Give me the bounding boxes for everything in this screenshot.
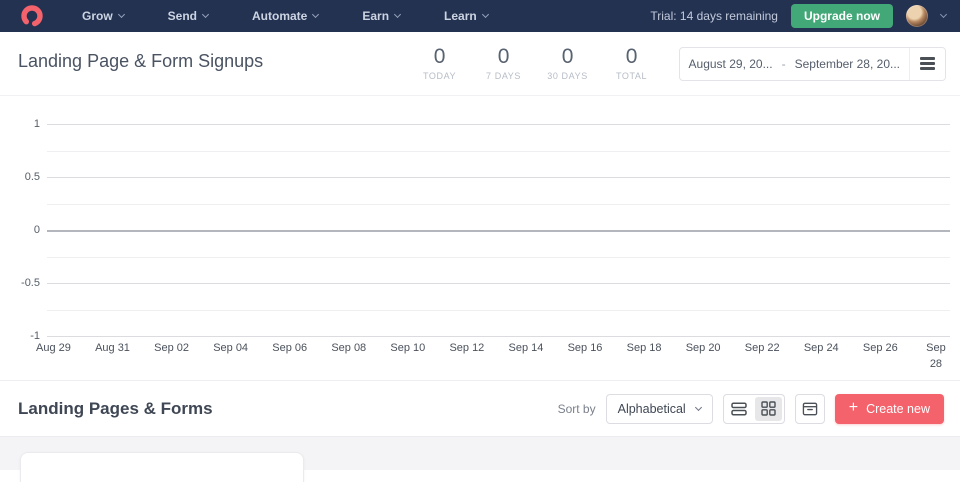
stat-value: 0: [434, 46, 446, 67]
chevron-down-icon: [312, 11, 319, 18]
plus-icon: +: [849, 400, 858, 416]
hamburger-menu-icon: [920, 62, 935, 64]
sort-dropdown[interactable]: Alphabetical: [606, 394, 713, 424]
grid-view-button[interactable]: [755, 397, 782, 421]
signup-stats: 0 TODAY 0 7 DAYS 0 30 DAYS 0 TOTAL: [419, 46, 653, 81]
chart-plot-area: [47, 124, 950, 336]
gridline-major: [47, 177, 950, 178]
nav-item-label: Automate: [252, 9, 307, 23]
nav-item-learn[interactable]: Learn: [444, 9, 488, 23]
nav-item-earn[interactable]: Earn: [362, 9, 400, 23]
x-axis-tick-label: Sep 12: [449, 341, 484, 373]
nav-item-label: Send: [168, 9, 197, 23]
create-new-button[interactable]: + Create new: [835, 394, 944, 424]
x-axis-tick-label: Sep 14: [509, 341, 544, 373]
signups-chart: Aug 29 Aug 31 Sep 02 Sep 04 Sep 06 Sep 08 Sep …: [0, 96, 960, 381]
stat-label: TOTAL: [616, 71, 647, 81]
chevron-down-icon: [394, 11, 401, 18]
x-axis-tick-label: Aug 29: [36, 341, 71, 373]
x-axis-tick-label: Sep 28: [922, 341, 950, 373]
navbar-right: Trial: 14 days remaining Upgrade now: [650, 4, 946, 28]
app-logo-icon[interactable]: [20, 4, 44, 28]
archive-button[interactable]: [795, 394, 825, 424]
nav-item-send[interactable]: Send: [168, 9, 208, 23]
x-axis-tick-label: Sep 08: [331, 341, 366, 373]
gridline-minor: [47, 151, 950, 152]
nav-item-label: Learn: [444, 9, 477, 23]
date-end-field[interactable]: September 28, 20...: [786, 57, 909, 71]
sort-by-label: Sort by: [558, 402, 596, 416]
archive-icon: [802, 401, 818, 417]
x-axis-tick-label: Sep 20: [686, 341, 721, 373]
stat-value: 0: [562, 46, 574, 67]
list-view-icon: [731, 402, 747, 416]
chart-x-axis: Aug 29 Aug 31 Sep 02 Sep 04 Sep 06 Sep 08 Sep …: [36, 341, 950, 373]
top-navbar: Grow Send Automate Earn Learn Trial: 14 days…: [0, 0, 960, 32]
y-axis-tick-label: -0.5: [0, 276, 40, 290]
y-axis-tick-label: 1: [0, 117, 40, 131]
sort-dropdown-value: Alphabetical: [618, 402, 686, 416]
stat-value: 0: [498, 46, 510, 67]
chevron-down-icon: [202, 11, 209, 18]
x-axis-tick-label: Aug 31: [95, 341, 130, 373]
create-new-label: Create new: [866, 402, 930, 416]
user-avatar[interactable]: [906, 5, 928, 27]
landing-page-card[interactable]: [20, 452, 304, 482]
grid-view-icon: [761, 401, 776, 416]
gridline-major: [47, 124, 950, 125]
upgrade-button[interactable]: Upgrade now: [791, 4, 893, 28]
y-axis-tick-label: -1: [0, 329, 40, 343]
date-start-field[interactable]: August 29, 20...: [680, 57, 782, 71]
x-axis-tick-label: Sep 04: [213, 341, 248, 373]
gridline-major: [47, 283, 950, 284]
chevron-down-icon: [118, 11, 125, 18]
chevron-down-icon: [695, 404, 702, 411]
stat-today: 0 TODAY: [419, 46, 461, 81]
stat-total: 0 TOTAL: [611, 46, 653, 81]
nav-item-label: Earn: [362, 9, 389, 23]
stat-label: 30 DAYS: [547, 71, 588, 81]
account-chevron-down-icon[interactable]: [940, 11, 947, 18]
stat-7-days: 0 7 DAYS: [483, 46, 525, 81]
y-axis-tick-label: 0.5: [0, 170, 40, 184]
x-axis-tick-label: Sep 06: [272, 341, 307, 373]
series-line-signups: [47, 230, 950, 232]
x-axis-tick-label: Sep 24: [804, 341, 839, 373]
page-header: Landing Page & Form Signups 0 TODAY 0 7 DAY…: [0, 32, 960, 96]
date-range-picker: August 29, 20... - September 28, 20...: [679, 47, 946, 81]
nav-item-label: Grow: [82, 9, 113, 23]
primary-nav: Grow Send Automate Earn Learn: [82, 9, 488, 23]
stat-label: TODAY: [423, 71, 456, 81]
gridline-minor: [47, 257, 950, 258]
list-controls: Sort by Alphabetical: [558, 394, 944, 424]
gridline-major: [47, 336, 950, 337]
content-area: [0, 437, 960, 470]
stat-value: 0: [626, 46, 638, 67]
chevron-down-icon: [482, 11, 489, 18]
x-axis-tick-label: Sep 02: [154, 341, 189, 373]
stat-30-days: 0 30 DAYS: [547, 46, 589, 81]
nav-item-automate[interactable]: Automate: [252, 9, 318, 23]
trial-status-text: Trial: 14 days remaining: [650, 9, 778, 23]
stat-label: 7 DAYS: [486, 71, 521, 81]
list-view-button[interactable]: [726, 397, 753, 421]
x-axis-tick-label: Sep 26: [863, 341, 898, 373]
x-axis-tick-label: Sep 18: [627, 341, 662, 373]
y-axis-tick-label: 0: [0, 223, 40, 237]
gridline-minor: [47, 310, 950, 311]
x-axis-tick-label: Sep 10: [390, 341, 425, 373]
landing-pages-section-header: Landing Pages & Forms Sort by Alphabetic…: [0, 381, 960, 437]
x-axis-tick-label: Sep 22: [745, 341, 780, 373]
date-presets-menu-button[interactable]: [909, 47, 945, 81]
section-title: Landing Pages & Forms: [18, 399, 213, 419]
gridline-minor: [47, 204, 950, 205]
x-axis-tick-label: Sep 16: [568, 341, 603, 373]
nav-item-grow[interactable]: Grow: [82, 9, 124, 23]
page-title: Landing Page & Form Signups: [18, 51, 263, 72]
view-toggle: [723, 394, 785, 424]
